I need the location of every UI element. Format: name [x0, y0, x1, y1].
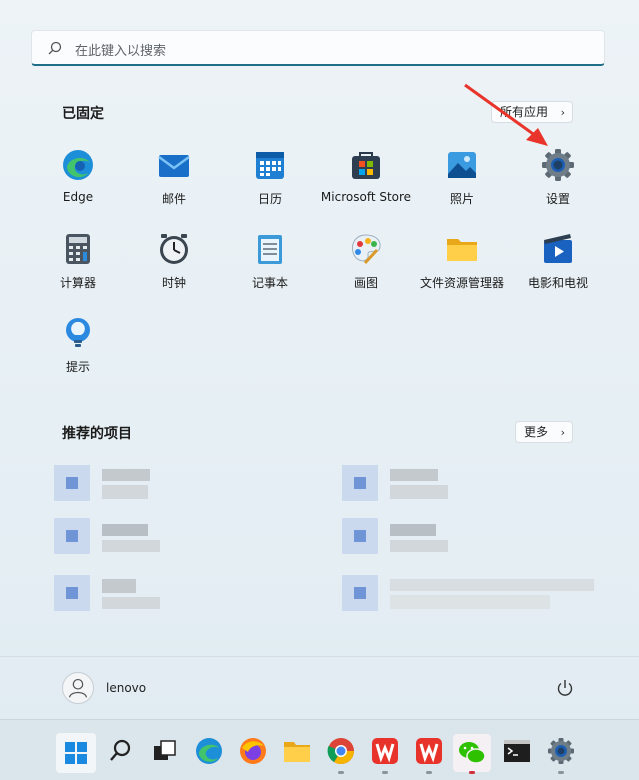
movies-icon: [544, 234, 572, 263]
edge-icon: [63, 150, 93, 180]
calendar-icon: [256, 152, 284, 179]
app-microsoft-store[interactable]: Microsoft Store: [318, 148, 414, 218]
app-paint[interactable]: 画图: [318, 232, 414, 302]
recommended-item[interactable]: [342, 465, 452, 505]
start-icon: [65, 742, 87, 764]
app-label: 提示: [65, 360, 90, 374]
chevron-right-icon: ›: [560, 426, 565, 439]
wechat-button[interactable]: [453, 734, 491, 772]
running-indicator: [382, 771, 388, 774]
running-indicator: [558, 771, 564, 774]
recommended-title: 推荐的项目: [62, 426, 132, 442]
firefox-icon[interactable]: [238, 736, 268, 766]
power-icon[interactable]: [555, 678, 575, 698]
start-button[interactable]: [56, 733, 96, 773]
tips-icon: [66, 318, 90, 347]
recommended-item[interactable]: [54, 518, 164, 558]
paint-icon: [352, 234, 381, 265]
app-clock[interactable]: 时钟: [126, 232, 222, 302]
search-icon[interactable]: [106, 736, 136, 766]
pinned-title: 已固定: [62, 106, 104, 122]
store-icon: [352, 152, 380, 179]
person-icon: [68, 678, 88, 698]
clock-icon: [160, 234, 188, 264]
wps-icon[interactable]: [414, 736, 444, 766]
folder-icon: [447, 239, 477, 261]
wechat-icon: [459, 742, 486, 764]
search-placeholder: 在此键入以搜索: [75, 44, 167, 59]
start-menu: 在此键入以搜索 已固定 所有应用 › Edge 邮件 日历 Microsoft …: [0, 0, 639, 720]
app-movies-tv[interactable]: 电影和电视: [510, 232, 606, 302]
mail-icon: [158, 155, 190, 177]
running-indicator: [469, 771, 475, 774]
task-view-icon[interactable]: [150, 736, 180, 766]
running-indicator: [426, 771, 432, 774]
app-tips[interactable]: 提示: [30, 316, 126, 386]
notepad-icon: [258, 235, 282, 264]
app-file-explorer[interactable]: 文件资源管理器: [414, 232, 510, 302]
recommended-item[interactable]: [54, 465, 164, 505]
settings-gear-icon[interactable]: [546, 736, 576, 766]
app-mail[interactable]: 邮件: [126, 148, 222, 218]
running-indicator: [338, 771, 344, 774]
recommended-item[interactable]: [342, 575, 596, 615]
folder-icon[interactable]: [282, 736, 312, 766]
user-name[interactable]: lenovo: [106, 681, 146, 695]
calculator-icon: [66, 234, 90, 264]
search-icon: [48, 41, 62, 55]
wps-icon[interactable]: [370, 736, 400, 766]
app-calculator[interactable]: 计算器: [30, 232, 126, 302]
more-label: 更多: [524, 425, 549, 439]
search-box[interactable]: 在此键入以搜索: [31, 30, 605, 66]
app-edge[interactable]: Edge: [30, 148, 126, 218]
user-avatar[interactable]: [62, 672, 94, 704]
more-button[interactable]: 更多 ›: [515, 421, 573, 443]
chrome-icon[interactable]: [326, 736, 356, 766]
app-calendar[interactable]: 日历: [222, 148, 318, 218]
divider: [0, 656, 639, 657]
recommended-item[interactable]: [342, 518, 452, 558]
terminal-icon[interactable]: [502, 736, 532, 766]
annotation-arrow: [464, 83, 548, 146]
edge-icon[interactable]: [194, 736, 224, 766]
app-label: 设置: [545, 192, 570, 206]
app-label: 电影和电视: [527, 276, 588, 290]
recommended-item[interactable]: [54, 575, 164, 615]
app-notepad[interactable]: 记事本: [222, 232, 318, 302]
chevron-right-icon: ›: [560, 106, 565, 119]
